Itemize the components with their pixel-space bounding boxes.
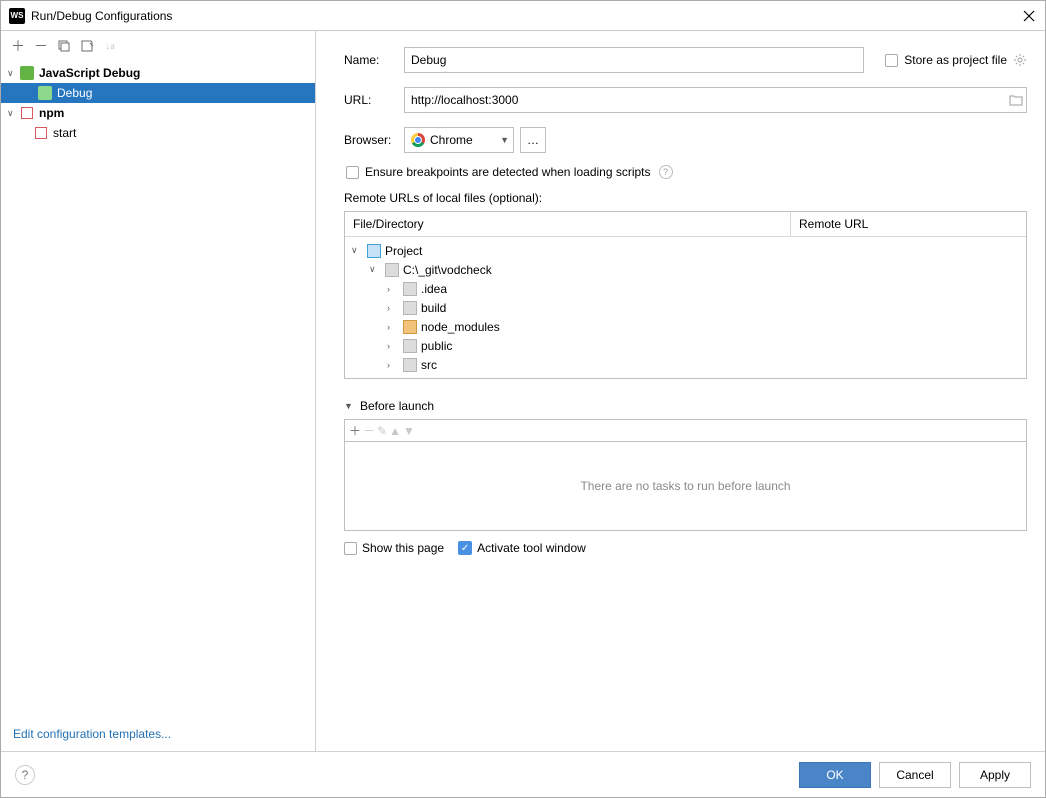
store-checkbox[interactable] — [885, 54, 898, 67]
activate-label: Activate tool window — [477, 541, 586, 555]
file-label: node_modules — [421, 320, 500, 334]
tree-group-npm[interactable]: ∨ npm — [1, 103, 315, 123]
ensure-label: Ensure breakpoints are detected when loa… — [365, 165, 651, 179]
file-row[interactable]: ›public — [345, 336, 1026, 355]
ok-button[interactable]: OK — [799, 762, 871, 788]
config-tree: ∨ JavaScript Debug Debug ∨ npm start — [1, 61, 315, 717]
url-input[interactable] — [404, 87, 1027, 113]
folder-icon — [403, 339, 417, 353]
folder-icon — [403, 320, 417, 334]
npm-icon — [33, 125, 49, 141]
help-button[interactable]: ? — [15, 765, 35, 785]
js-debug-icon — [37, 85, 53, 101]
folder-icon — [403, 358, 417, 372]
sidebar-toolbar: ＋ － ↓a — [1, 31, 315, 61]
activate-checkbox[interactable]: ✓ Activate tool window — [458, 541, 586, 555]
up-icon: ▲ — [389, 424, 401, 438]
tree-item-debug[interactable]: Debug — [1, 83, 315, 103]
help-icon[interactable]: ? — [659, 165, 673, 179]
file-label: .idea — [421, 282, 447, 296]
dialog-footer: ? OK Cancel Apply — [1, 751, 1045, 797]
js-debug-icon — [19, 65, 35, 81]
tree-item-label: Debug — [57, 86, 92, 100]
edit-icon: ✎ — [377, 424, 387, 438]
file-row[interactable]: ›src — [345, 355, 1026, 374]
before-launch-label: Before launch — [360, 399, 434, 413]
folder-icon — [403, 301, 417, 315]
tree-item-label: start — [53, 126, 76, 140]
gear-icon[interactable] — [1013, 53, 1027, 67]
dialog-title: Run/Debug Configurations — [31, 9, 1021, 23]
browser-label: Browser: — [344, 133, 404, 147]
cancel-button[interactable]: Cancel — [879, 762, 951, 788]
before-launch-toggle[interactable]: ▼ Before launch — [344, 399, 1027, 413]
chrome-icon — [411, 133, 425, 147]
file-row-path[interactable]: ∨C:\_git\vodcheck — [345, 260, 1026, 279]
file-row-project[interactable]: ∨Project — [345, 241, 1026, 260]
content-pane: Name: Store as project file URL: Browser… — [316, 31, 1045, 751]
check-icon: ✓ — [458, 541, 472, 555]
browser-value: Chrome — [430, 133, 473, 147]
folder-icon — [385, 263, 399, 277]
close-icon[interactable] — [1021, 8, 1037, 24]
tree-item-start[interactable]: start — [1, 123, 315, 143]
save-icon[interactable] — [78, 37, 96, 55]
file-label: build — [421, 301, 446, 315]
sort-icon[interactable]: ↓a — [101, 37, 119, 55]
edit-templates-link[interactable]: Edit configuration templates... — [13, 727, 171, 741]
sidebar: ＋ － ↓a ∨ JavaScript Debug Debug ∨ npm — [1, 31, 316, 751]
browser-more-button[interactable]: … — [520, 127, 546, 153]
remove-icon: － — [363, 422, 375, 439]
col-file-header[interactable]: File/Directory — [345, 212, 791, 236]
folder-icon — [403, 282, 417, 296]
tree-group-jsdebug[interactable]: ∨ JavaScript Debug — [1, 63, 315, 83]
store-label: Store as project file — [904, 53, 1007, 67]
copy-icon[interactable] — [55, 37, 73, 55]
tree-group-label: JavaScript Debug — [39, 66, 140, 80]
remote-table: File/Directory Remote URL ∨Project ∨C:\_… — [344, 211, 1027, 379]
show-page-checkbox[interactable]: Show this page — [344, 541, 444, 555]
before-launch-toolbar: ＋ － ✎ ▲ ▼ — [344, 419, 1027, 441]
down-icon: ▼ — [403, 424, 415, 438]
show-page-label: Show this page — [362, 541, 444, 555]
project-icon — [367, 244, 381, 258]
name-input[interactable] — [404, 47, 864, 73]
browse-icon[interactable] — [1009, 94, 1023, 106]
file-row[interactable]: ›build — [345, 298, 1026, 317]
col-url-header[interactable]: Remote URL — [791, 212, 1026, 236]
name-label: Name: — [344, 53, 404, 67]
titlebar: WS Run/Debug Configurations — [1, 1, 1045, 31]
url-label: URL: — [344, 93, 404, 107]
file-label: C:\_git\vodcheck — [403, 263, 492, 277]
file-row[interactable]: ›node_modules — [345, 317, 1026, 336]
add-icon[interactable]: ＋ — [9, 37, 27, 55]
npm-icon — [19, 105, 35, 121]
file-label: src — [421, 358, 437, 372]
file-label: public — [421, 339, 452, 353]
remote-label: Remote URLs of local files (optional): — [344, 191, 1027, 205]
app-icon: WS — [9, 8, 25, 24]
file-label: Project — [385, 244, 422, 258]
add-icon[interactable]: ＋ — [349, 422, 361, 439]
remove-icon[interactable]: － — [32, 37, 50, 55]
before-launch-body: There are no tasks to run before launch — [344, 441, 1027, 531]
empty-text: There are no tasks to run before launch — [580, 479, 790, 493]
browser-select[interactable]: Chrome ▼ — [404, 127, 514, 153]
chevron-down-icon: ▼ — [500, 135, 509, 145]
apply-button[interactable]: Apply — [959, 762, 1031, 788]
ensure-checkbox[interactable] — [346, 166, 359, 179]
tree-group-label: npm — [39, 106, 64, 120]
file-row[interactable]: ›.idea — [345, 279, 1026, 298]
